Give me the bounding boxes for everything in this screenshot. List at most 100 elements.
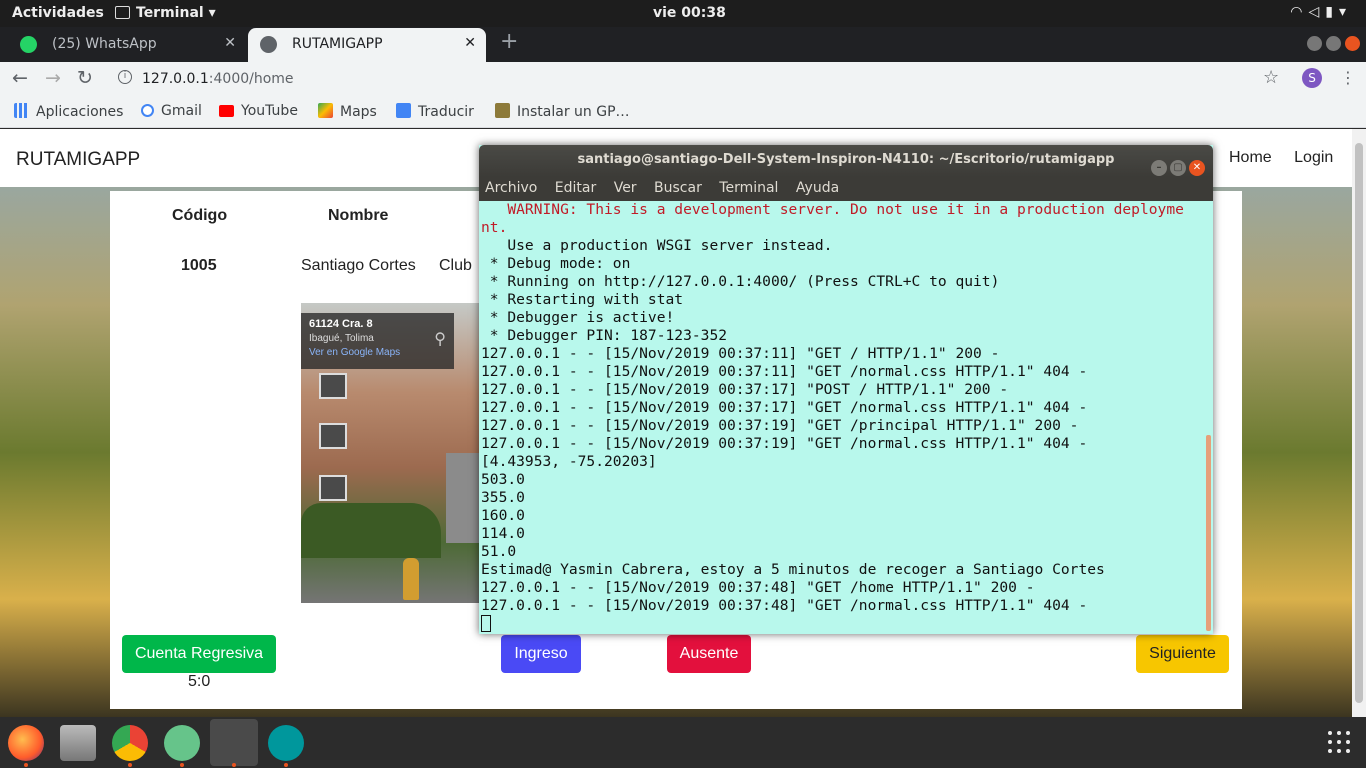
site-brand[interactable]: RUTAMIGAPP — [16, 149, 140, 171]
window-controls — [1303, 36, 1360, 55]
header-nombre: Nombre — [328, 207, 389, 224]
bookmark-label: Maps — [340, 104, 377, 120]
output-line: 355.0 — [481, 489, 525, 506]
menu-editar[interactable]: Editar — [555, 180, 596, 196]
google-maps-link[interactable]: Ver en Google Maps — [309, 347, 454, 358]
bookmark-instalar[interactable]: Instalar un GP… — [495, 103, 630, 120]
output-line: 127.0.0.1 - - [15/Nov/2019 00:37:17] "PO… — [481, 381, 1009, 398]
minimize-button[interactable]: – — [1151, 160, 1167, 176]
output-line: * Restarting with stat — [481, 291, 684, 308]
output-line: * Debug mode: on — [481, 255, 631, 272]
menu-terminal[interactable]: Terminal — [719, 180, 778, 196]
close-tab-icon[interactable]: ✕ — [464, 35, 476, 51]
menu-archivo[interactable]: Archivo — [485, 180, 537, 196]
warning-line: nt. — [481, 219, 508, 236]
browser-toolbar: ← → ↻ i 127.0.0.1:4000/home ☆ S ⋮ — [0, 62, 1366, 96]
firefox-icon[interactable] — [8, 725, 44, 761]
running-indicator — [24, 763, 28, 767]
activities-button[interactable]: Actividades — [12, 5, 104, 21]
terminal-titlebar[interactable]: santiago@santiago-Dell-System-Inspiron-N… — [479, 145, 1213, 177]
countdown-timer: 5:0 — [188, 673, 211, 690]
reload-icon[interactable]: ↻ — [77, 67, 93, 89]
clock[interactable]: vie 00:38 — [653, 5, 726, 21]
nav-login-link[interactable]: Login — [1294, 149, 1333, 166]
output-line: * Debugger is active! — [481, 309, 675, 326]
running-indicator — [128, 763, 132, 767]
bookmark-gmail[interactable]: Gmail — [141, 103, 202, 119]
tab-rutamigapp[interactable]: RUTAMIGAPP ✕ — [248, 28, 486, 62]
app-menu-label: Terminal — [136, 5, 204, 21]
whatsapp-icon — [20, 36, 37, 53]
new-tab-button[interactable]: + — [500, 29, 518, 54]
bookmark-traducir[interactable]: Traducir — [396, 103, 474, 120]
forward-arrow-icon[interactable]: → — [45, 67, 61, 89]
building-window — [319, 373, 347, 399]
menu-buscar[interactable]: Buscar — [654, 180, 702, 196]
close-window-button[interactable] — [1345, 36, 1360, 51]
map-address: 61124 Cra. 8 — [309, 318, 373, 330]
app-menu[interactable]: Terminal ▾ — [115, 5, 216, 21]
cell-nombre: Santiago Cortes — [301, 257, 416, 274]
maximize-button[interactable]: ▢ — [1170, 160, 1186, 176]
show-applications-icon[interactable] — [1328, 731, 1352, 755]
nav-home-link[interactable]: Home — [1229, 149, 1272, 166]
map-info-card: 61124 Cra. 8 Ibagué, Tolima Ver en Googl… — [301, 313, 454, 369]
tab-whatsapp[interactable]: (25) WhatsApp ✕ — [8, 28, 246, 62]
address-bar[interactable]: i 127.0.0.1:4000/home — [104, 64, 1264, 94]
arduino-icon[interactable] — [268, 725, 304, 761]
terminal-title: santiago@santiago-Dell-System-Inspiron-N… — [577, 152, 1115, 167]
page-scrollbar[interactable] — [1352, 129, 1366, 717]
maps-icon — [318, 103, 333, 118]
back-arrow-icon[interactable]: ← — [12, 67, 28, 89]
bookmark-aplicaciones[interactable]: Aplicaciones — [14, 103, 123, 120]
pedestrian — [403, 558, 419, 600]
terminal-icon[interactable] — [210, 719, 258, 766]
files-icon[interactable] — [60, 725, 96, 761]
countdown-button[interactable]: Cuenta Regresiva — [122, 635, 276, 673]
gnome-top-bar: Actividades Terminal ▾ vie 00:38 ◠◁▮▾ — [0, 0, 1366, 27]
maximize-button[interactable] — [1326, 36, 1341, 51]
bookmark-label: Aplicaciones — [36, 104, 124, 120]
output-line: 127.0.0.1 - - [15/Nov/2019 00:37:11] "GE… — [481, 363, 1088, 380]
wifi-icon: ◠ — [1290, 4, 1309, 20]
scrollbar-thumb[interactable] — [1355, 143, 1363, 703]
system-tray[interactable]: ◠◁▮▾ — [1290, 4, 1352, 20]
output-line: * Debugger PIN: 187-123-352 — [481, 327, 728, 344]
siguiente-button[interactable]: Siguiente — [1136, 635, 1229, 673]
atom-icon[interactable] — [164, 725, 200, 761]
ubuntu-dock — [0, 717, 1366, 768]
output-line: [4.43953, -75.20203] — [481, 453, 657, 470]
url-host: 127.0.0.1 — [142, 71, 209, 87]
terminal-output[interactable]: WARNING: This is a development server. D… — [481, 201, 1203, 634]
terminal-window[interactable]: santiago@santiago-Dell-System-Inspiron-N… — [479, 145, 1213, 634]
cell-extra: Club — [439, 257, 472, 274]
street-view-embed[interactable]: 61124 Cra. 8 Ibagué, Tolima Ver en Googl… — [301, 303, 481, 603]
building-window — [319, 423, 347, 449]
output-line: 127.0.0.1 - - [15/Nov/2019 00:37:11] "GE… — [481, 345, 1000, 362]
output-line: 51.0 — [481, 543, 517, 560]
bookmark-youtube[interactable]: YouTube — [219, 103, 298, 119]
minimize-button[interactable] — [1307, 36, 1322, 51]
profile-avatar[interactable]: S — [1302, 68, 1322, 88]
google-icon — [141, 104, 154, 117]
menu-ayuda[interactable]: Ayuda — [796, 180, 839, 196]
ingreso-button[interactable]: Ingreso — [501, 635, 581, 673]
terminal-scrollbar[interactable] — [1206, 435, 1211, 631]
output-line: 127.0.0.1 - - [15/Nov/2019 00:37:19] "GE… — [481, 435, 1088, 452]
more-menu-icon[interactable]: ⋮ — [1340, 68, 1356, 87]
menu-ver[interactable]: Ver — [614, 180, 637, 196]
bookmark-page-icon — [495, 103, 510, 118]
chrome-icon[interactable] — [112, 725, 148, 761]
bookmark-star-icon[interactable]: ☆ — [1263, 67, 1279, 88]
close-window-button[interactable]: ✕ — [1189, 160, 1205, 176]
site-info-icon[interactable]: i — [118, 70, 132, 84]
warning-line: WARNING: This is a development server. D… — [481, 201, 1184, 218]
bookmark-maps[interactable]: Maps — [318, 103, 377, 120]
nav-links: Home Login — [1229, 149, 1351, 167]
header-codigo: Código — [172, 207, 228, 224]
terminal-app-icon — [115, 6, 130, 19]
output-line: 127.0.0.1 - - [15/Nov/2019 00:37:48] "GE… — [481, 579, 1035, 596]
close-tab-icon[interactable]: ✕ — [224, 35, 236, 51]
output-line: * Running on http://127.0.0.1:4000/ (Pre… — [481, 273, 1000, 290]
ausente-button[interactable]: Ausente — [667, 635, 751, 673]
